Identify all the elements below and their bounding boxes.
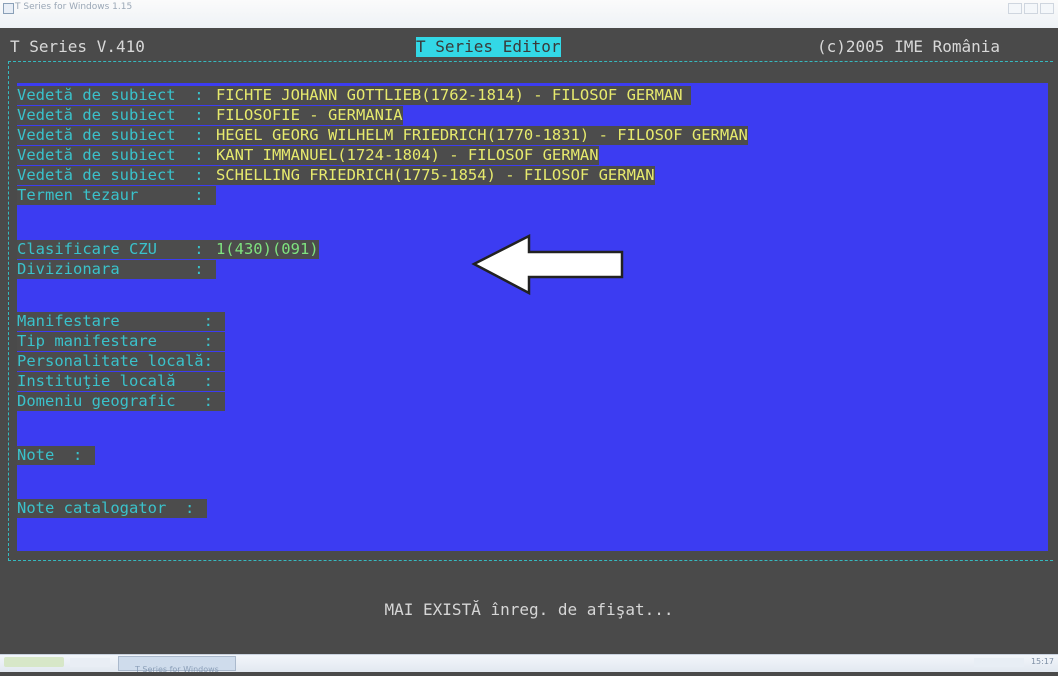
field-value[interactable]: FILOSOFIE - GERMANIA — [215, 106, 403, 125]
start-button[interactable] — [4, 657, 64, 667]
copyright: (c)2005 IME România — [817, 37, 1001, 56]
window-title: T Series for Windows 1.15 — [15, 2, 133, 12]
field-value[interactable]: 1(430)(091) — [215, 240, 319, 259]
status-message: MAI EXISTĂ înreg. de afişat... — [384, 600, 674, 619]
field-row-domeniu[interactable]: Domeniu geografic : — [17, 392, 226, 411]
field-label: Termen tezaur : — [17, 186, 216, 205]
field-label: Vedetă de subiect : — [17, 106, 216, 125]
field-row-subject-5[interactable]: Vedetă de subiect : SCHELLING FRIEDRICH(… — [17, 166, 655, 185]
field-row-divizionara[interactable]: Divizionara : — [17, 260, 216, 279]
field-label: Vedetă de subiect : — [17, 86, 216, 105]
field-row-thesaurus[interactable]: Termen tezaur : — [17, 186, 216, 205]
field-row-subject-2[interactable]: Vedetă de subiect : FILOSOFIE - GERMANIA — [17, 106, 403, 125]
field-row-manifestare[interactable]: Manifestare : — [17, 312, 226, 331]
field-label: Vedetă de subiect : — [17, 126, 216, 145]
field-row-tip-manifestare[interactable]: Tip manifestare : — [17, 332, 226, 351]
field-label: Note : — [17, 446, 95, 465]
field-label: Manifestare : — [17, 312, 226, 331]
field-label: Domeniu geografic : — [17, 392, 226, 411]
field-row-institutie[interactable]: Instituţie locală : — [17, 372, 226, 391]
app-version: T Series V.410 — [10, 37, 145, 56]
field-value[interactable]: FICHTE JOHANN GOTTLIEB(1762-1814) - FILO… — [215, 86, 691, 105]
field-value[interactable]: HEGEL GEORG WILHELM FRIEDRICH(1770-1831)… — [215, 126, 748, 145]
field-label: Note catalogator : — [17, 499, 207, 518]
app-icon — [3, 3, 14, 14]
taskbar-task-label: T Series for Windows — [135, 665, 219, 674]
quick-launch[interactable] — [70, 658, 110, 667]
taskbar: T Series for Windows 15:17 — [0, 654, 1058, 674]
field-label: Divizionara : — [17, 260, 216, 279]
window-title-bar: T Series for Windows 1.15 — [0, 0, 1058, 29]
field-label: Vedetă de subiect : — [17, 146, 216, 165]
field-row-note[interactable]: Note : — [17, 446, 95, 465]
minimize-button[interactable] — [1008, 3, 1022, 14]
left-arrow-icon — [471, 233, 624, 296]
field-label: Personalitate locală: — [17, 352, 226, 371]
field-row-note-catalogator[interactable]: Note catalogator : — [17, 499, 207, 518]
field-label: Clasificare CZU : — [17, 240, 216, 259]
close-button[interactable] — [1040, 3, 1054, 14]
window-controls — [1008, 3, 1054, 14]
maximize-button[interactable] — [1024, 3, 1038, 14]
field-label: Tip manifestare : — [17, 332, 226, 351]
console-screen[interactable]: T Series V.410 T Series Editor (c)2005 I… — [0, 28, 1058, 654]
field-row-subject-4[interactable]: Vedetă de subiect : KANT IMMANUEL(1724-1… — [17, 146, 599, 165]
field-row-subject-3[interactable]: Vedetă de subiect : HEGEL GEORG WILHELM … — [17, 126, 748, 145]
system-tray[interactable] — [974, 658, 1024, 667]
field-label: Vedetă de subiect : — [17, 166, 216, 185]
field-row-subject-1[interactable]: Vedetă de subiect : FICHTE JOHANN GOTTLI… — [17, 86, 691, 105]
field-row-czu[interactable]: Clasificare CZU : 1(430)(091) — [17, 240, 319, 259]
clock: 15:17 — [1030, 657, 1054, 666]
field-value[interactable]: KANT IMMANUEL(1724-1804) - FILOSOF GERMA… — [215, 146, 599, 165]
field-label: Instituţie locală : — [17, 372, 226, 391]
field-row-personalitate[interactable]: Personalitate locală: — [17, 352, 226, 371]
field-value[interactable]: SCHELLING FRIEDRICH(1775-1854) - FILOSOF… — [215, 166, 655, 185]
taskbar-task-tseries[interactable]: T Series for Windows — [118, 656, 236, 674]
editor-title: T Series Editor — [416, 37, 561, 57]
